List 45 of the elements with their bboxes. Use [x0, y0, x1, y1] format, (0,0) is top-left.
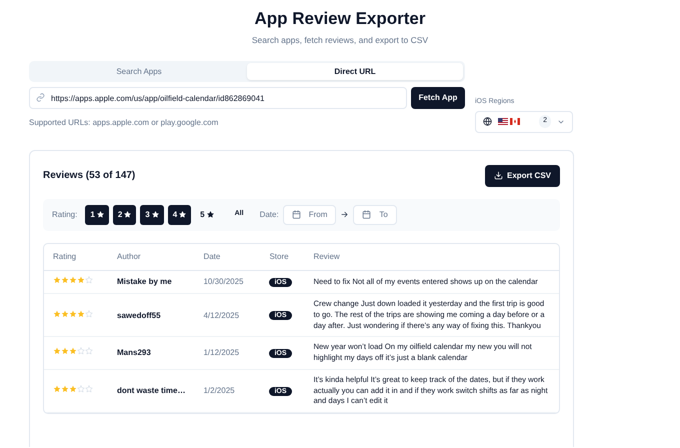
rating-filter[interactable]: 4	[168, 204, 192, 225]
rating-filter[interactable]: 5	[195, 204, 219, 225]
column-header: Date	[194, 244, 260, 271]
author-name: sawedoff55	[117, 310, 161, 320]
export-csv-button[interactable]: Export CSV	[484, 164, 560, 187]
author-name: Mistake by me	[117, 277, 172, 286]
review-date: 1/2/2025	[203, 386, 235, 396]
page-subtitle: Search apps, fetch reviews, and export to CSV	[250, 34, 430, 48]
author-name: dont waste time…	[117, 386, 186, 396]
download-icon	[494, 171, 503, 180]
calendar-icon	[362, 210, 372, 220]
rating-filter[interactable]: 1	[85, 204, 109, 225]
rating-filter[interactable]: 3	[140, 204, 164, 225]
star-icon	[206, 211, 214, 218]
tab[interactable]: Direct URL	[247, 63, 463, 80]
rating-label: Rating:	[52, 208, 78, 221]
us-flag-icon	[498, 118, 508, 126]
star-icon	[96, 211, 104, 218]
review-date: 1/12/2025	[203, 348, 240, 358]
canada-flag-icon	[510, 118, 520, 126]
review-date: 4/12/2025	[203, 310, 240, 320]
date-to-button[interactable]: To	[353, 204, 397, 225]
empty-star-icon	[85, 310, 93, 318]
calendar-icon	[292, 210, 301, 220]
author-name: Mans293	[117, 348, 151, 358]
reviews-title: Reviews (53 of 147)	[43, 169, 136, 184]
supported-urls-hint: Supported URLs: apps.apple.com or play.google.com	[29, 117, 220, 130]
globe-icon	[483, 117, 492, 126]
date-label: Date:	[260, 208, 279, 221]
tab[interactable]: Search Apps	[31, 63, 247, 80]
column-header: Rating	[44, 244, 108, 271]
fetch-app-button[interactable]: Fetch App	[411, 87, 465, 110]
date-from-button[interactable]: From	[282, 204, 336, 225]
column-header: Review	[304, 244, 559, 271]
star-icon	[179, 211, 186, 218]
review-date: 10/30/2025	[203, 277, 244, 286]
url-field[interactable]: https://apps.apple.com/us/app/oilfield-calendar/id862869041	[29, 87, 407, 110]
star-icon	[152, 211, 159, 218]
column-header: Store	[260, 244, 304, 271]
empty-star-icon	[85, 276, 93, 284]
page-title: App Review Exporter	[254, 9, 426, 30]
column-header: Author	[108, 244, 194, 271]
rating-filter[interactable]: 2	[112, 204, 136, 225]
arrow-right-icon	[340, 210, 350, 220]
star-icon	[124, 211, 132, 218]
